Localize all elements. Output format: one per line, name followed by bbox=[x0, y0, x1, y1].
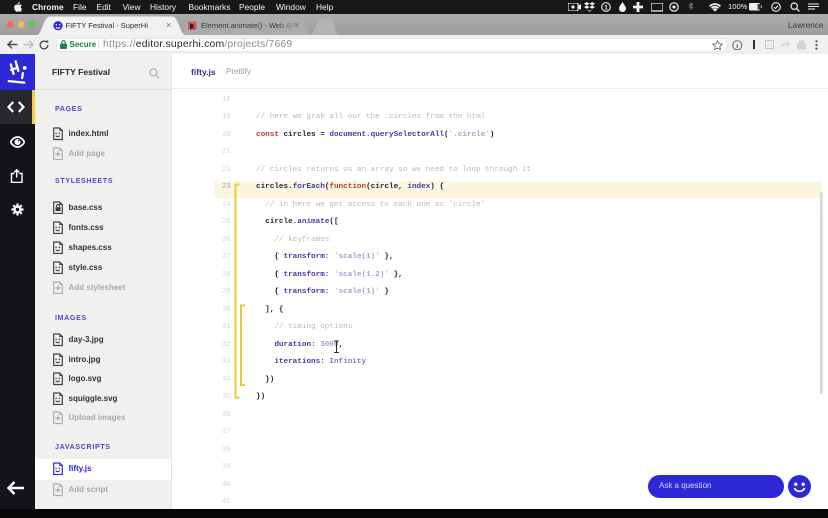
svg-text:1: 1 bbox=[604, 4, 608, 11]
